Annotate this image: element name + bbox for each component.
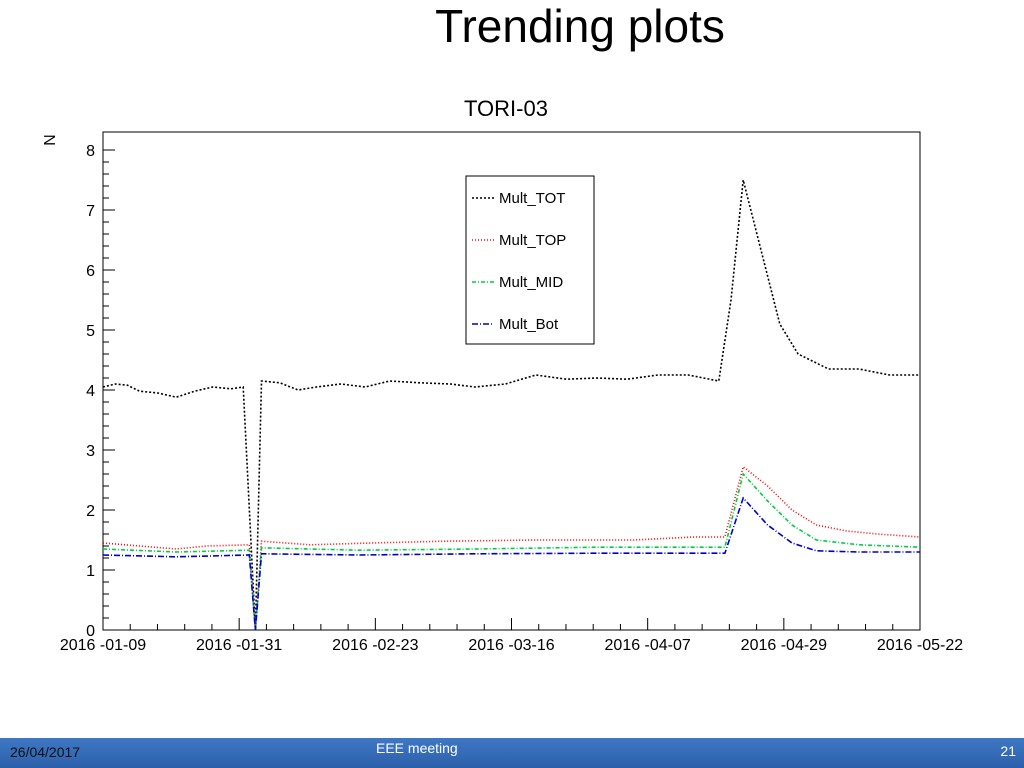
x-tick-label: 2016 -05-22: [877, 637, 963, 654]
y-tick-label: 8: [86, 143, 95, 160]
series-line-mult-mid: [102, 472, 921, 631]
x-tick-label: 2016 -04-29: [741, 637, 827, 654]
slide-title: Trending plots: [435, 0, 725, 52]
footer-date: 26/04/2017: [10, 744, 81, 760]
y-tick-label: 5: [86, 323, 95, 340]
y-axis-label: N: [40, 134, 57, 146]
series-line-mult-bot: [102, 496, 920, 631]
legend-entry: Mult_TOT: [499, 190, 565, 207]
y-tick-label: 4: [86, 383, 95, 400]
trend-chart: TORI-03N0123456782016 -01-09 2016 -01-31 2…: [40, 96, 963, 654]
y-tick-label: 7: [86, 203, 95, 220]
y-tick-label: 1: [86, 563, 95, 580]
legend-entry: Mult_MID: [499, 274, 563, 291]
footer-meeting: EEE meeting: [376, 740, 458, 756]
x-tick-label: 2016 -01-31: [196, 637, 282, 654]
x-tick-label: 2016 -02-23: [332, 637, 418, 654]
x-tick-label: 2016 -04-07: [605, 637, 691, 654]
footer-page-number: 21: [1000, 743, 1016, 759]
y-tick-label: 6: [86, 263, 95, 280]
legend-entry: Mult_Bot: [499, 316, 559, 333]
footer-bar: 26/04/2017 EEE meeting 21: [0, 738, 1024, 768]
x-tick-label: 2016 -01-09: [60, 637, 146, 654]
legend-entry: Mult_TOP: [499, 232, 566, 249]
x-tick-label: 2016 -03-16: [468, 637, 554, 654]
y-tick-label: 3: [86, 443, 95, 460]
y-tick-label: 2: [86, 503, 95, 520]
chart-title: TORI-03: [464, 96, 548, 121]
